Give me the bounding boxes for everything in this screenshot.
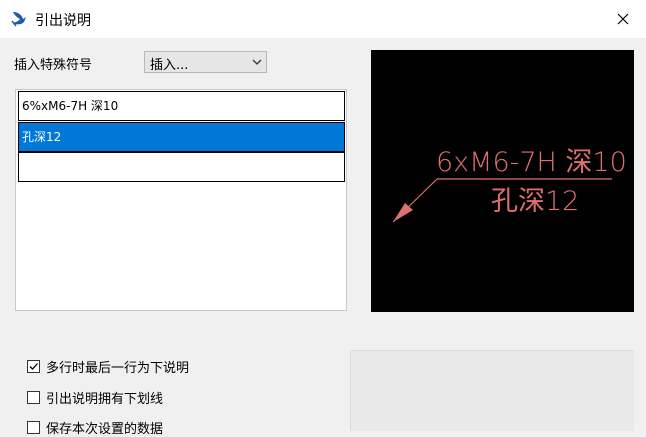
close-icon [617,13,629,25]
option-underline[interactable]: 引出说明拥有下划线 [27,388,164,407]
text-line-2[interactable]: 孔深12 [18,122,345,152]
checkbox[interactable] [27,390,40,404]
title-bar: 引出说明 [0,0,646,38]
insert-symbol-dropdown[interactable]: 插入... [144,51,267,73]
preview-canvas: 6xM6-7H 深10 孔深12 [371,50,634,312]
close-button[interactable] [600,0,646,38]
option-label: 引出说明拥有下划线 [46,391,164,407]
app-logo-icon [11,12,26,27]
option-label: 多行时最后一行为下说明 [46,360,190,376]
chevron-down-icon [252,59,262,65]
preview-line-2: 孔深12 [491,186,579,217]
checkmark-icon [29,362,38,370]
preview-drawing: 6xM6-7H 深10 孔深12 [392,147,627,223]
option-label: 保存本次设置的数据 [46,421,164,437]
checkbox[interactable] [27,420,40,434]
text-line-3[interactable] [18,152,345,182]
insert-symbol-label: 插入特殊符号 [14,58,93,73]
text-line-1[interactable]: 6%xM6-7H 深10 [18,91,345,121]
option-last-line-below[interactable]: 多行时最后一行为下说明 [27,357,190,376]
text-lines-panel: 6%xM6-7H 深10 孔深12 [15,89,347,311]
preview-line-1: 6xM6-7H 深10 [436,147,627,178]
dropdown-value: 插入... [150,58,189,73]
window-title: 引出说明 [35,13,91,29]
option-save-settings[interactable]: 保存本次设置的数据 [27,418,164,437]
options-area [350,350,634,431]
checkbox-checked[interactable] [27,359,40,373]
